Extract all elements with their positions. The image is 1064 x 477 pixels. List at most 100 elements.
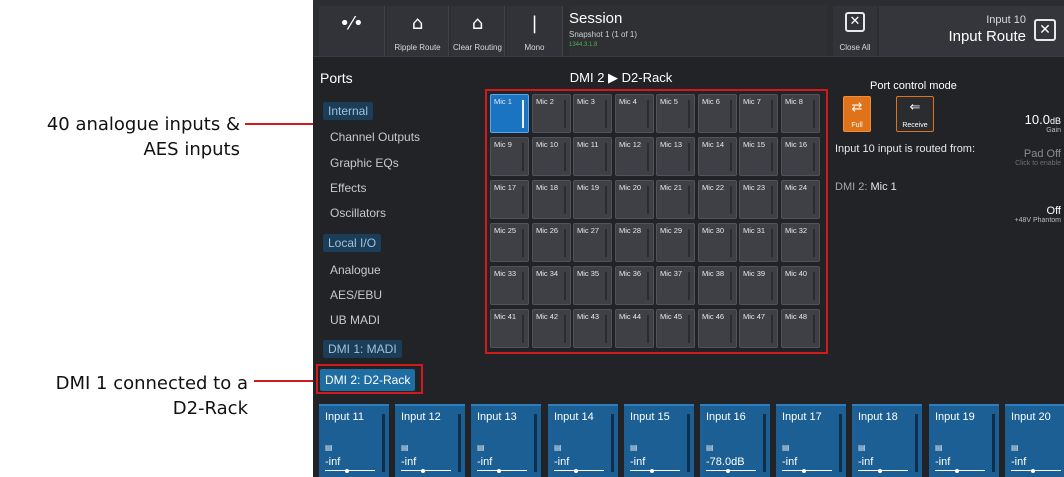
channel-tile[interactable]: Input 17 ▤ -inf bbox=[776, 404, 846, 477]
input-cell[interactable]: Mic 29 bbox=[656, 223, 695, 262]
input-cell[interactable]: Mic 18 bbox=[532, 180, 571, 219]
session-info[interactable]: Session Snapshot 1 (1 of 1) 1344.3.1.8 bbox=[569, 6, 827, 56]
channel-routing-icon: ▤ bbox=[325, 443, 333, 452]
fader-knob[interactable] bbox=[650, 469, 654, 473]
input-cell[interactable]: Mic 8 bbox=[781, 94, 820, 133]
input-cell[interactable]: Mic 39 bbox=[739, 266, 778, 305]
input-cell[interactable]: Mic 32 bbox=[781, 223, 820, 262]
fader-knob[interactable] bbox=[726, 469, 730, 473]
fader-knob[interactable] bbox=[955, 469, 959, 473]
channel-tile[interactable]: Input 15 ▤ -inf bbox=[624, 404, 694, 477]
input-cell[interactable]: Mic 5 bbox=[656, 94, 695, 133]
port-oscillators[interactable]: Oscillators bbox=[330, 206, 386, 220]
input-cell[interactable]: Mic 23 bbox=[739, 180, 778, 219]
input-cell[interactable]: Mic 34 bbox=[532, 266, 571, 305]
input-cell[interactable]: Mic 47 bbox=[739, 309, 778, 348]
input-cell[interactable]: Mic 45 bbox=[656, 309, 695, 348]
port-internal[interactable]: Internal bbox=[323, 102, 374, 120]
port-local-io[interactable]: Local I/O bbox=[323, 234, 382, 252]
input-cell[interactable]: Mic 33 bbox=[490, 266, 529, 305]
input-cell[interactable]: Mic 2 bbox=[532, 94, 571, 133]
clear-routing-button[interactable]: ⌂ Clear Routing bbox=[451, 6, 505, 56]
input-cell[interactable]: Mic 46 bbox=[698, 309, 737, 348]
input-cell[interactable]: Mic 6 bbox=[698, 94, 737, 133]
fader-knob[interactable] bbox=[878, 469, 882, 473]
close-icon[interactable]: ✕ bbox=[1034, 19, 1056, 41]
callout-inputs-line1: 40 analogue inputs & bbox=[46, 114, 240, 135]
mono-button[interactable]: | Mono bbox=[507, 6, 563, 56]
input-cell[interactable]: Mic 42 bbox=[532, 309, 571, 348]
phantom-power-toggle[interactable]: Off +48V Phantom bbox=[1014, 205, 1061, 224]
channel-tile[interactable]: Input 20 ▤ -inf bbox=[1005, 404, 1064, 477]
input-cell[interactable]: Mic 13 bbox=[656, 137, 695, 176]
fader-knob[interactable] bbox=[497, 469, 501, 473]
channel-tile[interactable]: Input 12 ▤ -inf bbox=[395, 404, 465, 477]
input-cell[interactable]: Mic 10 bbox=[532, 137, 571, 176]
pad-toggle[interactable]: Pad Off Click to enable bbox=[1015, 148, 1061, 167]
input-cell[interactable]: Mic 41 bbox=[490, 309, 529, 348]
session-status: 1344.3.1.8 bbox=[569, 42, 598, 48]
input-cell[interactable]: Mic 16 bbox=[781, 137, 820, 176]
receive-mode-button[interactable]: ⇐ Receive bbox=[896, 96, 934, 132]
input-cell[interactable]: Mic 12 bbox=[615, 137, 654, 176]
input-cell[interactable]: Mic 21 bbox=[656, 180, 695, 219]
fader-knob[interactable] bbox=[345, 469, 349, 473]
ripple-route-button[interactable]: ⌂ Ripple Route bbox=[387, 6, 449, 56]
input-cell[interactable]: Mic 17 bbox=[490, 180, 529, 219]
port-analogue[interactable]: Analogue bbox=[330, 263, 381, 277]
input-cell[interactable]: Mic 19 bbox=[573, 180, 612, 219]
port-effects[interactable]: Effects bbox=[330, 181, 366, 195]
gain-control[interactable]: 10.0dB Gain bbox=[1025, 112, 1061, 134]
input-cell[interactable]: Mic 28 bbox=[615, 223, 654, 262]
port-graphic-eqs[interactable]: Graphic EQs bbox=[330, 156, 399, 170]
input-cell[interactable]: Mic 37 bbox=[656, 266, 695, 305]
port-ub-madi[interactable]: UB MADI bbox=[330, 313, 380, 327]
input-cell-label: Mic 40 bbox=[785, 269, 808, 278]
channel-tile[interactable]: Input 19 ▤ -inf bbox=[929, 404, 999, 477]
input-cell[interactable]: Mic 35 bbox=[573, 266, 612, 305]
full-mode-button[interactable]: ⇄ Full bbox=[843, 96, 871, 132]
input-cell-label: Mic 48 bbox=[785, 312, 808, 321]
channel-tile[interactable]: Input 13 ▤ -inf bbox=[471, 404, 541, 477]
input-cell[interactable]: Mic 7 bbox=[739, 94, 778, 133]
fader-knob[interactable] bbox=[802, 469, 806, 473]
input-cell[interactable]: Mic 26 bbox=[532, 223, 571, 262]
input-cell[interactable]: Mic 11 bbox=[573, 137, 612, 176]
channel-name: Input 17 bbox=[782, 411, 822, 423]
port-channel-outputs[interactable]: Channel Outputs bbox=[330, 130, 420, 144]
channel-tile[interactable]: Input 18 ▤ -inf bbox=[852, 404, 922, 477]
input-cell[interactable]: Mic 4 bbox=[615, 94, 654, 133]
input-cell[interactable]: Mic 24 bbox=[781, 180, 820, 219]
input-cell-label: Mic 41 bbox=[494, 312, 517, 321]
input-cell[interactable]: Mic 3 bbox=[573, 94, 612, 133]
channel-tile[interactable]: Input 14 ▤ -inf bbox=[548, 404, 618, 477]
input-cell[interactable]: Mic 30 bbox=[698, 223, 737, 262]
channel-tile[interactable]: Input 11 ▤ -inf bbox=[319, 404, 389, 477]
fader-knob[interactable] bbox=[421, 469, 425, 473]
input-cell[interactable]: Mic 48 bbox=[781, 309, 820, 348]
input-cell[interactable]: Mic 44 bbox=[615, 309, 654, 348]
input-cell[interactable]: Mic 22 bbox=[698, 180, 737, 219]
input-cell[interactable]: Mic 31 bbox=[739, 223, 778, 262]
input-cell[interactable]: Mic 38 bbox=[698, 266, 737, 305]
input-cell[interactable]: Mic 40 bbox=[781, 266, 820, 305]
channel-meter bbox=[458, 414, 461, 472]
channel-tile[interactable]: Input 16 ▤ -78.0dB bbox=[700, 404, 770, 477]
input-cell[interactable]: Mic 25 bbox=[490, 223, 529, 262]
input-cell-label: Mic 28 bbox=[619, 226, 642, 235]
input-cell[interactable]: Mic 9 bbox=[490, 137, 529, 176]
input-cell[interactable]: Mic 1 bbox=[490, 94, 529, 133]
port-dmi1-madi[interactable]: DMI 1: MADI bbox=[323, 340, 402, 358]
fader-knob[interactable] bbox=[574, 469, 578, 473]
routing-button[interactable]: •⁄• bbox=[319, 6, 385, 56]
input-cell-label: Mic 29 bbox=[660, 226, 683, 235]
close-all-button[interactable]: ✕ Close All bbox=[833, 6, 877, 56]
input-cell[interactable]: Mic 15 bbox=[739, 137, 778, 176]
input-cell[interactable]: Mic 27 bbox=[573, 223, 612, 262]
fader-knob[interactable] bbox=[1031, 469, 1035, 473]
port-aes-ebu[interactable]: AES/EBU bbox=[330, 288, 382, 302]
input-cell[interactable]: Mic 43 bbox=[573, 309, 612, 348]
input-cell[interactable]: Mic 14 bbox=[698, 137, 737, 176]
input-cell[interactable]: Mic 20 bbox=[615, 180, 654, 219]
input-cell[interactable]: Mic 36 bbox=[615, 266, 654, 305]
